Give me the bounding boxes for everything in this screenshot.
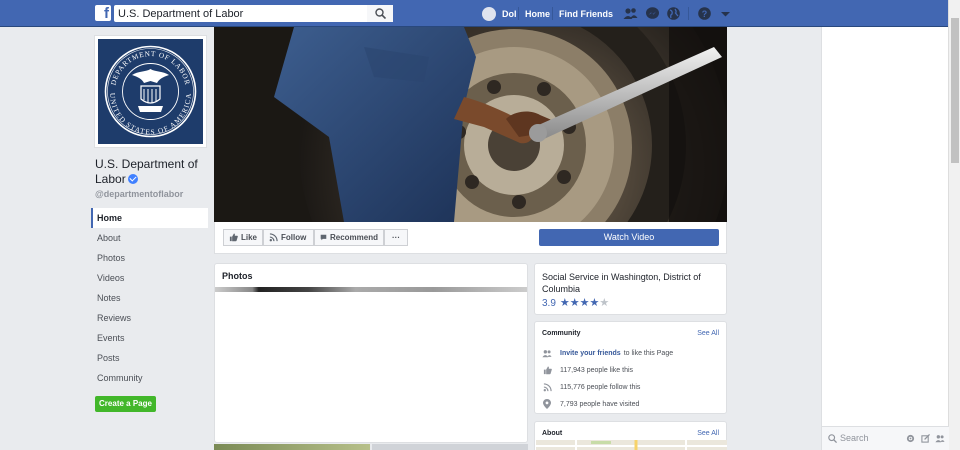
star-icon: ★ <box>589 297 600 309</box>
community-title[interactable]: Community <box>542 330 581 337</box>
gear-icon[interactable] <box>906 434 915 443</box>
profile-link[interactable]: Dol <box>482 6 517 21</box>
nav-divider <box>552 7 553 20</box>
nav-divider <box>688 7 689 20</box>
follow-button[interactable]: Follow <box>263 229 314 246</box>
more-options-button[interactable]: ··· <box>384 229 408 246</box>
community-card: Community See All Invite your friends to… <box>534 321 727 414</box>
visits-count-row: 7,793 people have visited <box>542 398 639 410</box>
svg-text:?: ? <box>702 9 708 19</box>
photos-card-title[interactable]: Photos <box>222 271 253 281</box>
page-category[interactable]: Social Service in Washington, District o… <box>542 271 722 295</box>
nav-item-events[interactable]: Events <box>91 328 208 348</box>
nav-divider <box>518 7 519 20</box>
about-title[interactable]: About <box>542 430 562 437</box>
profile-picture[interactable]: DEPARTMENT OF LABOR UNITED STATES OF AME… <box>94 35 207 148</box>
star-icon: ★ <box>599 297 610 309</box>
nav-item-notes[interactable]: Notes <box>91 288 208 308</box>
help-icon[interactable]: ? <box>697 6 712 21</box>
location-pin-icon <box>542 399 552 409</box>
page-info-card: Social Service in Washington, District o… <box>534 263 727 315</box>
friend-requests-icon[interactable] <box>623 6 638 21</box>
star-icon: ★ <box>569 297 580 309</box>
new-group-icon[interactable] <box>935 434 945 443</box>
search-icon <box>375 8 386 19</box>
create-page-button[interactable]: Create a Page <box>95 396 156 412</box>
thumbs-up-icon <box>229 233 238 242</box>
star-icon: ★ <box>579 297 590 309</box>
user-name: Dol <box>502 8 517 19</box>
rating-stars: ★★★★★ <box>560 297 609 309</box>
search-icon <box>828 434 837 443</box>
recommend-button[interactable]: Recommend <box>314 229 384 246</box>
likes-count-row: 117,943 people like this <box>542 364 633 376</box>
chat-sidebar: Search <box>821 27 949 450</box>
scrollbar-thumb[interactable] <box>951 18 959 163</box>
about-card: About See All <box>534 421 727 450</box>
follow-label: Follow <box>281 233 307 242</box>
rating-value: 3.9 <box>542 297 556 309</box>
follows-count-row: 115,776 people follow this <box>542 381 640 393</box>
more-options-icon: ··· <box>392 233 400 242</box>
about-see-all-link[interactable]: See All <box>697 430 719 437</box>
search-box <box>114 5 393 22</box>
page-name-text: U.S. Department of Labor <box>95 157 198 186</box>
facebook-logo-icon[interactable]: f <box>95 5 111 21</box>
follows-count: 115,776 people follow this <box>560 383 641 391</box>
messages-icon[interactable] <box>645 6 660 21</box>
visits-count: 7,793 people have visited <box>560 400 640 408</box>
notifications-globe-icon[interactable] <box>666 6 681 21</box>
nav-item-about[interactable]: About <box>91 228 208 248</box>
rss-follow-icon <box>269 233 278 242</box>
photo-thumbnail[interactable] <box>214 444 370 450</box>
like-label: Like <box>240 233 257 242</box>
svg-text:UNITED STATES OF AMERICA: UNITED STATES OF AMERICA <box>108 93 193 137</box>
nav-item-reviews[interactable]: Reviews <box>91 308 208 328</box>
star-icon: ★ <box>559 297 570 309</box>
top-navigation-bar: f Dol Home Find Friends ? <box>0 0 948 27</box>
cover-photo[interactable] <box>214 27 727 222</box>
search-input[interactable] <box>114 5 364 22</box>
page-title[interactable]: U.S. Department of Labor <box>95 157 207 187</box>
nav-item-photos[interactable]: Photos <box>91 248 208 268</box>
invite-friends-link[interactable]: Invite your friends <box>560 350 621 357</box>
photo-thumbnail[interactable] <box>372 444 528 450</box>
like-button[interactable]: Like <box>223 229 263 246</box>
nav-item-home[interactable]: Home <box>91 208 208 228</box>
department-seal-logo: DEPARTMENT OF LABOR UNITED STATES OF AME… <box>98 39 203 144</box>
nav-item-posts[interactable]: Posts <box>91 348 208 368</box>
chat-search-placeholder: Search <box>840 433 869 443</box>
nav-item-community[interactable]: Community <box>91 368 208 388</box>
recommend-icon <box>320 234 327 241</box>
page-rating[interactable]: 3.9 ★★★★★ <box>542 297 609 309</box>
rss-follow-icon <box>542 382 552 392</box>
compose-icon[interactable] <box>921 434 930 443</box>
location-map[interactable] <box>536 440 727 450</box>
invite-friends-icon <box>542 348 552 358</box>
search-button[interactable] <box>367 5 393 22</box>
watch-video-button[interactable]: Watch Video <box>539 229 719 246</box>
page-left-navigation: Home About Photos Videos Notes Reviews E… <box>91 208 208 388</box>
find-friends-link[interactable]: Find Friends <box>559 9 613 19</box>
nav-item-videos[interactable]: Videos <box>91 268 208 288</box>
thumbs-up-icon <box>542 365 552 375</box>
verified-badge-icon <box>127 174 138 184</box>
community-see-all-link[interactable]: See All <box>697 330 719 337</box>
account-menu-icon[interactable] <box>718 6 733 21</box>
home-link[interactable]: Home <box>525 9 550 19</box>
page-scrollbar[interactable] <box>948 0 960 450</box>
avatar <box>482 6 496 21</box>
invite-suffix: to like this Page <box>623 349 674 357</box>
chat-search-bar[interactable]: Search <box>822 426 949 450</box>
recommend-label: Recommend <box>329 233 378 242</box>
photos-card: Photos <box>214 263 528 443</box>
invite-friends-row: Invite your friends to like this Page <box>542 347 673 359</box>
photo-thumbnail[interactable] <box>215 287 527 292</box>
likes-count: 117,943 people like this <box>560 366 634 374</box>
page-username[interactable]: @departmentoflabor <box>95 189 183 199</box>
